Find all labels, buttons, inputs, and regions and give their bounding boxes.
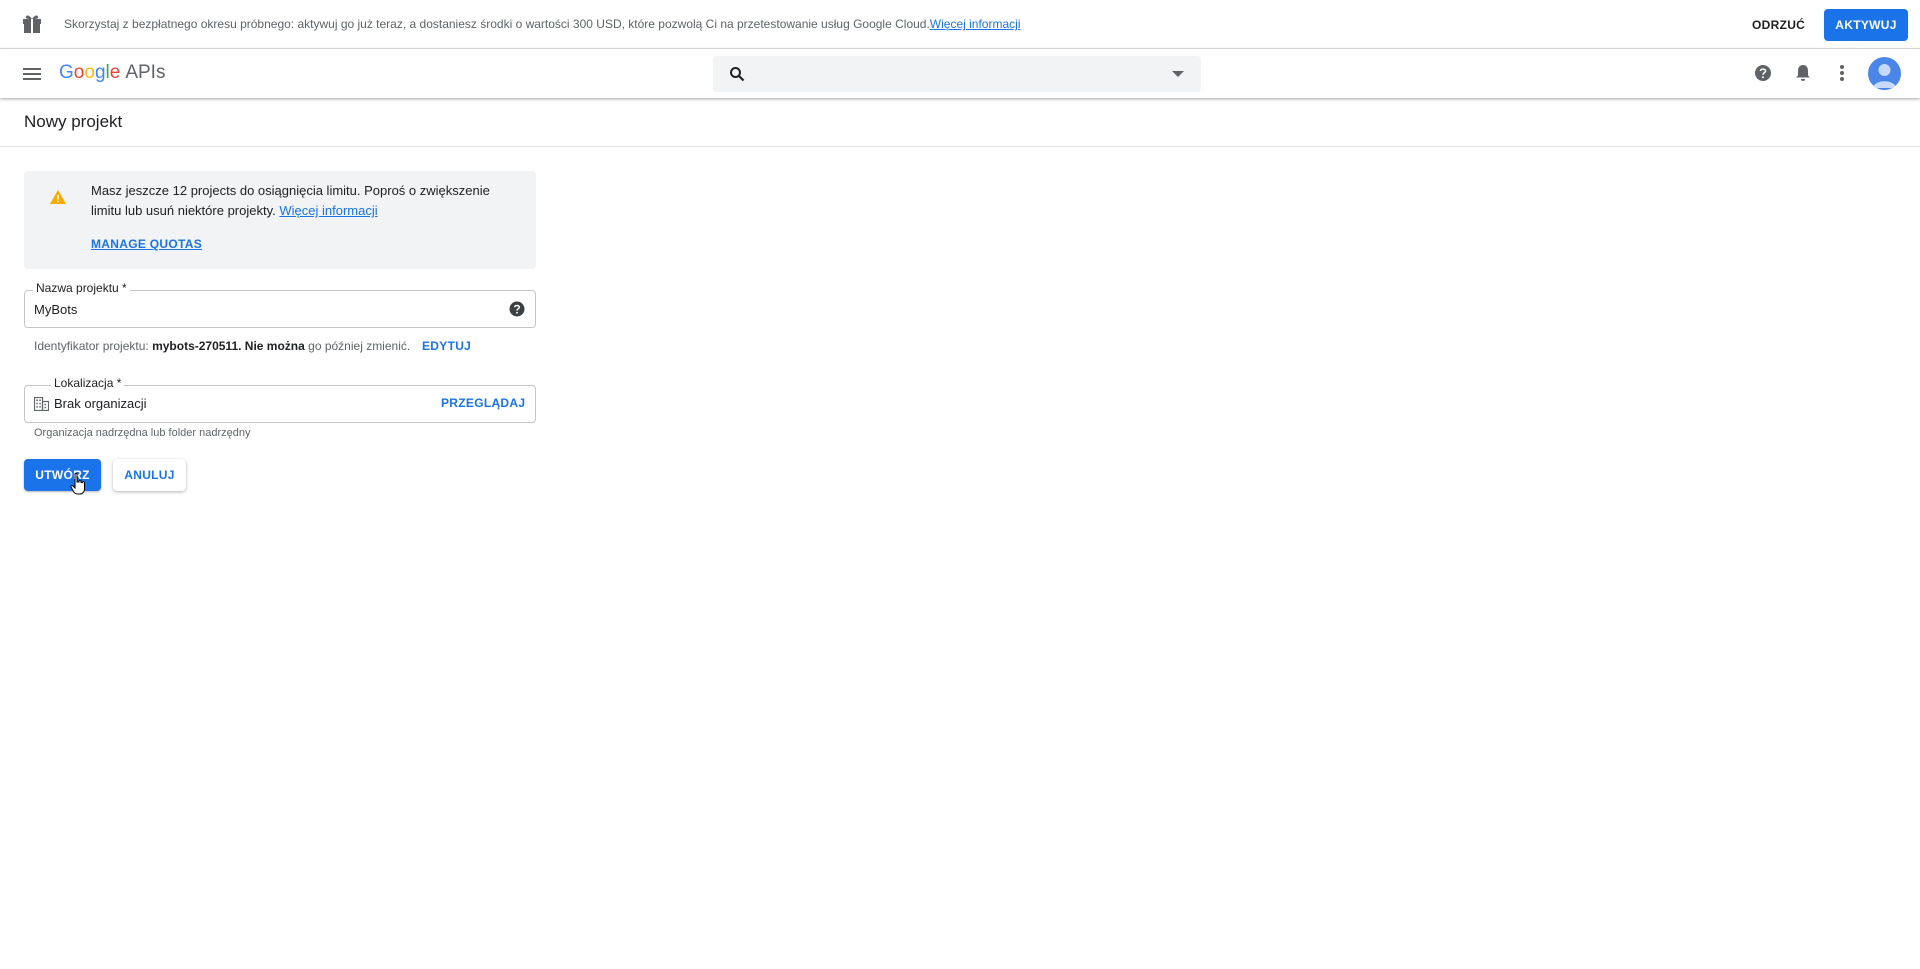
location-label: Lokalizacja * <box>51 376 125 390</box>
project-name-field[interactable]: Nazwa projektu * <box>24 281 536 328</box>
cancel-button[interactable]: ANULUJ <box>113 459 186 491</box>
avatar[interactable] <box>1868 57 1901 90</box>
promo-message: Skorzystaj z bezpłatnego okresu próbnego… <box>64 17 1020 31</box>
browse-button[interactable]: PRZEGLĄDAJ <box>441 396 525 410</box>
menu-icon[interactable] <box>20 62 44 86</box>
quota-message: Masz jeszcze 12 projects do osiągnięcia … <box>91 181 521 221</box>
warning-icon <box>50 190 66 204</box>
search-input[interactable] <box>757 62 1157 86</box>
page-title: Nowy projekt <box>24 112 123 131</box>
chevron-down-icon[interactable] <box>1172 70 1184 78</box>
promo-more-info-link[interactable]: Więcej informacji <box>930 17 1021 31</box>
location-hint: Organizacja nadrzędna lub folder nadrzęd… <box>34 427 251 439</box>
dismiss-button[interactable]: ODRZUĆ <box>1744 12 1813 38</box>
search-icon <box>730 67 745 82</box>
create-button[interactable]: UTWÓRZ <box>24 459 101 491</box>
edit-project-id-button[interactable]: EDYTUJ <box>422 339 471 353</box>
manage-quotas-link[interactable]: MANAGE QUOTAS <box>91 237 202 251</box>
help-icon[interactable] <box>509 301 525 317</box>
location-field[interactable]: Lokalizacja * Brak organizacji PRZEGLĄDA… <box>24 376 536 423</box>
quota-more-info-link[interactable]: Więcej informacji <box>279 203 377 218</box>
project-name-input[interactable] <box>34 299 474 319</box>
promo-text: Skorzystaj z bezpłatnego okresu próbnego… <box>64 17 930 31</box>
notifications-icon[interactable] <box>1795 64 1811 82</box>
activate-button[interactable]: AKTYWUJ <box>1824 9 1908 41</box>
pointer-cursor-icon <box>70 473 85 495</box>
quota-warning: Masz jeszcze 12 projects do osiągnięcia … <box>24 171 536 269</box>
promo-banner: Skorzystaj z bezpłatnego okresu próbnego… <box>0 0 1920 49</box>
search-bar[interactable] <box>713 56 1201 92</box>
more-vert-icon[interactable] <box>1838 63 1846 83</box>
project-id-value: mybots-270511 <box>152 339 239 353</box>
divider <box>0 146 1920 147</box>
app-bar: Google APIs <box>0 49 1920 98</box>
project-name-label: Nazwa projektu * <box>33 281 130 295</box>
project-id-info: Identyfikator projektu: mybots-270511. N… <box>34 339 472 353</box>
help-icon[interactable] <box>1754 64 1772 82</box>
google-apis-logo[interactable]: Google APIs <box>59 62 165 84</box>
building-icon <box>34 397 49 411</box>
location-value: Brak organizacji <box>54 396 147 411</box>
gift-icon <box>23 15 41 33</box>
account-icon <box>1873 64 1896 88</box>
logo-suffix: APIs <box>125 62 166 83</box>
